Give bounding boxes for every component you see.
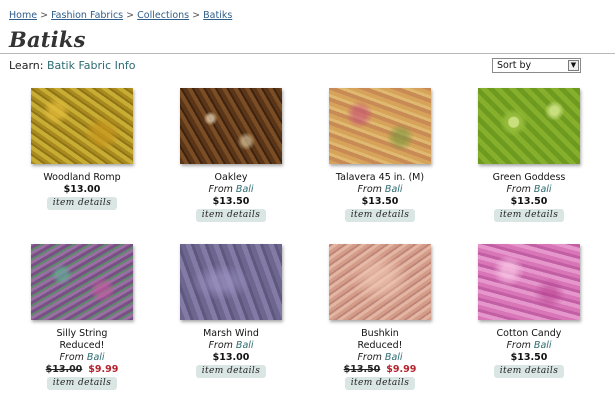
brand-link[interactable]: Bali [87,352,105,363]
brand-link[interactable]: Bali [385,184,403,195]
breadcrumb-home-link[interactable]: Home [9,10,37,21]
product-card: Cotton Candy From Bali $13.50 item details [459,244,599,378]
product-name[interactable]: Talavera 45 in. (M) [310,172,450,184]
learn-row: Learn: Batik Fabric Info [9,59,135,72]
product-price: $13.50 $9.99 [310,364,450,376]
product-image[interactable] [180,88,282,164]
item-details-button[interactable]: item details [195,209,267,222]
breadcrumb-batiks-link[interactable]: Batiks [203,10,232,21]
item-details-button[interactable]: item details [46,197,118,210]
brand-prefix: From [506,184,531,195]
sort-selected-value: Sort by [497,60,532,71]
product-name[interactable]: Silly String [12,328,152,340]
price-value: $13.00 [63,184,101,195]
brand-prefix: From [208,184,233,195]
price-value: $13.50 [510,352,548,363]
breadcrumb-separator: > [192,10,201,21]
product-card: Bushkin Reduced! From Bali $13.50 $9.99 item … [310,244,450,390]
product-brand: From Bali [12,352,152,364]
product-card: Silly String Reduced! From Bali $13.00 $9.99… [12,244,152,390]
product-price: $13.50 [459,352,599,364]
product-card: Marsh Wind From Bali $13.00 item details [161,244,301,378]
product-brand: From Bali [310,184,450,196]
product-name[interactable]: Oakley [161,172,301,184]
breadcrumb-separator: > [40,10,49,21]
product-image[interactable] [329,244,431,320]
product-card: Oakley From Bali $13.50 item details [161,88,301,222]
reduced-label: Reduced! [357,340,403,351]
product-name[interactable]: Woodland Romp [12,172,152,184]
price-value: $13.50 [510,196,548,207]
brand-prefix: From [59,352,84,363]
breadcrumb-separator: > [126,10,135,21]
price-value: $13.50 [212,196,250,207]
breadcrumb-collections-link[interactable]: Collections [137,10,189,21]
product-brand: From Bali [459,340,599,352]
product-image[interactable] [478,88,580,164]
product-brand: From Bali [310,352,450,364]
price-value: $13.50 [361,196,399,207]
product-card: Talavera 45 in. (M) From Bali $13.50 item d… [310,88,450,222]
brand-prefix: From [208,340,233,351]
item-details-button[interactable]: item details [344,209,416,222]
reduced-label: Reduced! [59,340,105,351]
product-price: $13.00 [12,184,152,196]
brand-prefix: From [357,352,382,363]
product-name[interactable]: Marsh Wind [161,328,301,340]
original-price: $13.50 [343,364,381,375]
product-image[interactable] [31,244,133,320]
item-details-button[interactable]: item details [493,209,565,222]
product-image[interactable] [31,88,133,164]
item-details-button[interactable]: item details [46,377,118,390]
item-details-button[interactable]: item details [344,377,416,390]
sale-price: $9.99 [88,364,119,375]
brand-link[interactable]: Bali [236,340,254,351]
batik-fabric-info-link[interactable]: Batik Fabric Info [47,59,136,72]
brand-link[interactable]: Bali [534,184,552,195]
learn-label: Learn: [9,59,44,72]
product-name[interactable]: Bushkin [310,328,450,340]
product-image[interactable] [329,88,431,164]
product-price: $13.50 [310,196,450,208]
product-price: $13.50 [161,196,301,208]
dropdown-arrow-icon[interactable]: ▼ [568,60,579,71]
product-card: Green Goddess From Bali $13.50 item details [459,88,599,222]
product-name[interactable]: Green Goddess [459,172,599,184]
item-details-button[interactable]: item details [195,365,267,378]
original-price: $13.00 [45,364,83,375]
breadcrumb-fashion-fabrics-link[interactable]: Fashion Fabrics [51,10,123,21]
item-details-button[interactable]: item details [493,365,565,378]
product-brand: From Bali [161,340,301,352]
brand-prefix: From [506,340,531,351]
brand-link[interactable]: Bali [385,352,403,363]
product-price: $13.00 [161,352,301,364]
product-name[interactable]: Cotton Candy [459,328,599,340]
brand-link[interactable]: Bali [236,184,254,195]
sort-select[interactable]: Sort by ▼ [492,58,581,73]
product-brand: From Bali [459,184,599,196]
brand-link[interactable]: Bali [534,340,552,351]
page-title: Batiks [9,27,86,52]
brand-prefix: From [357,184,382,195]
price-value: $13.00 [212,352,250,363]
product-image[interactable] [478,244,580,320]
product-price: $13.50 [459,196,599,208]
product-price: $13.00 $9.99 [12,364,152,376]
breadcrumb: Home > Fashion Fabrics > Collections > B… [9,10,232,21]
title-divider [0,53,615,54]
product-card: Woodland Romp $13.00 item details [12,88,152,210]
product-image[interactable] [180,244,282,320]
sale-price: $9.99 [386,364,417,375]
product-brand: From Bali [161,184,301,196]
